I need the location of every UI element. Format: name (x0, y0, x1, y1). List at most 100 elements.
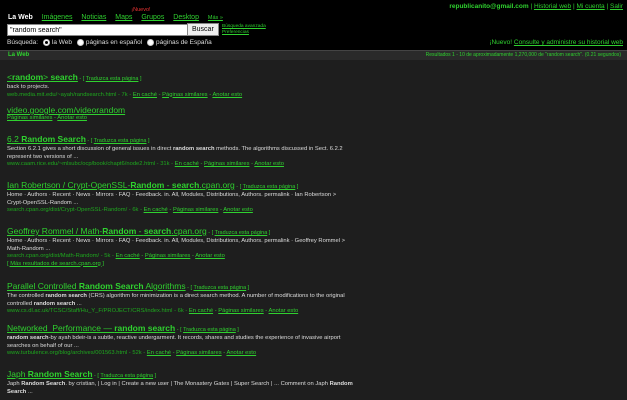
account-link[interactable]: Mi cuenta (576, 3, 604, 10)
note-this-link[interactable]: Anotar esto (57, 115, 87, 121)
advanced-links: Búsqueda avanzada Preferencias (222, 24, 266, 36)
result-url: www.cs.dl.ac.uk/TCSC/Staff/Hu_Y_F/PROJEC… (7, 308, 189, 314)
scope-web-radio[interactable] (42, 39, 50, 46)
text-run: back to projects. (7, 84, 50, 90)
highlight: search (50, 72, 78, 82)
tab-web[interactable]: La Web (8, 14, 33, 21)
translate-link[interactable]: Traduzca esta página (100, 373, 153, 379)
search-result: Networked_Performance — random search - … (7, 323, 417, 358)
bracket: - [ (85, 138, 94, 144)
bracket: ] (146, 138, 150, 144)
search-button[interactable]: Buscar (187, 23, 219, 36)
text-run: .cpan.org (199, 180, 235, 190)
result-url: web.media.mit.edu/~ayah/randsearch.html … (7, 91, 133, 98)
result-title-link[interactable]: <random> search (7, 72, 78, 82)
result-title-link[interactable]: Networked_Performance — random search (7, 323, 175, 333)
result-title-link[interactable]: video.google.com/videorandom (7, 105, 125, 115)
result-meta: search.cpan.org/dist/Crypt-OpenSSL-Rando… (7, 207, 417, 215)
text-run: methods. The algorithms discussed in Sec… (214, 146, 343, 152)
note-this-link[interactable]: Anotar esto (226, 350, 256, 356)
text-run: Home · Authors · Recent · News · Mirrors… (7, 238, 345, 244)
bracket: ] (267, 230, 271, 236)
note-this-link[interactable]: Anotar esto (269, 308, 299, 314)
search-scope: Búsqueda: la Web páginas en español pági… (7, 39, 212, 46)
cache-link[interactable]: En caché (147, 350, 171, 356)
similar-pages-link[interactable]: Páginas similares (218, 308, 263, 314)
promo-link[interactable]: Consulte y administre su historial web (514, 39, 623, 46)
scope-spanish-radio[interactable] (76, 39, 84, 46)
result-title-link[interactable]: Japh Random Search (7, 369, 93, 379)
result-url: search.cpan.org/dist/Math-Random/ - 5k - (7, 253, 116, 259)
result-title-link[interactable]: Parallel Controlled Random Search Algori… (7, 281, 186, 291)
search-result: video.google.com/videorandom Páginas simi… (7, 105, 417, 123)
translate-link[interactable]: Traduzca esta página (243, 184, 296, 190)
tab-more[interactable]: Más » (208, 15, 223, 21)
header: La Web Imágenes Noticias Maps ¡Nuevo! Gru… (0, 0, 627, 38)
text-run: .cpan.org (171, 226, 207, 236)
text-run: Networked_Performance — (7, 323, 115, 333)
bracket: ] (295, 184, 299, 190)
result-snippet: Search ... (7, 389, 417, 397)
note-this-link[interactable]: Anotar esto (212, 92, 242, 98)
user-links: republicanito@gmail.com | Historial web … (449, 3, 623, 10)
result-title-line: video.google.com/videorandom (7, 105, 417, 115)
text-run: (CRS) algorithm for minimization is a di… (86, 293, 345, 299)
page: { "nav": { "tabs": [ {"label": "La Web",… (0, 0, 627, 400)
cache-link[interactable]: En caché (175, 161, 199, 167)
similar-pages-link[interactable]: Páginas similares (204, 161, 249, 167)
result-meta: Páginas similares - Anotar esto (7, 115, 417, 123)
tab-groups[interactable]: Grupos (141, 14, 164, 21)
highlight: Random Search (21, 381, 66, 387)
bracket: - [ (234, 184, 243, 190)
tab-desktop[interactable]: Desktop (173, 14, 199, 21)
cache-link[interactable]: En caché (144, 207, 168, 213)
signout-link[interactable]: Salir (610, 3, 623, 10)
text-run: Algorithms (143, 281, 186, 291)
result-title-link[interactable]: 6.2 Random Search (7, 134, 86, 144)
history-link[interactable]: Historial web (534, 3, 571, 10)
result-snippet: Math-Random ... (7, 246, 417, 254)
translate-link[interactable]: Traduzca esta página (86, 76, 139, 82)
search-result: Ian Robertson / Crypt-OpenSSL-Random - s… (7, 180, 417, 215)
translate-link[interactable]: Traduzca esta página (183, 327, 236, 333)
translate-link[interactable]: Traduzca esta página (193, 285, 246, 291)
tab-maps[interactable]: Maps ¡Nuevo! (115, 7, 150, 21)
search-result: Geoffrey Rommel / Math-Random - search.c… (7, 226, 417, 268)
cache-link[interactable]: En caché (116, 253, 140, 259)
bracket: - [ (175, 327, 184, 333)
result-snippet: represent two versions of ... (7, 154, 417, 162)
highlight: Random (329, 381, 353, 387)
highlight: random search (114, 323, 176, 333)
note-this-link[interactable]: Anotar esto (223, 207, 253, 213)
result-snippet: back to projects. (7, 84, 417, 92)
similar-pages-link[interactable]: Páginas similares (176, 350, 221, 356)
preferences-link[interactable]: Preferencias (222, 30, 266, 36)
note-this-link[interactable]: Anotar esto (195, 253, 225, 259)
user-email: republicanito@gmail.com (449, 3, 529, 10)
translate-link[interactable]: Traduzca esta página (94, 138, 147, 144)
results-list: <random> search - [ Traduzca esta página… (0, 60, 627, 400)
cache-link[interactable]: En caché (189, 308, 213, 314)
text-run: ... (26, 388, 33, 395)
bracket: ] (138, 76, 142, 82)
translate-link[interactable]: Traduzca esta página (215, 230, 268, 236)
scope-spain-radio[interactable] (147, 39, 155, 46)
note-this-link[interactable]: Anotar esto (254, 161, 284, 167)
search-input[interactable] (7, 24, 191, 36)
tab-news[interactable]: Noticias (81, 14, 106, 21)
highlight: search (143, 226, 172, 236)
similar-pages-link[interactable]: Páginas similares (7, 115, 52, 121)
more-results-link[interactable]: [ Más resultados de search.cpan.org ] (7, 261, 417, 269)
similar-pages-link[interactable]: Páginas similares (145, 253, 190, 259)
cache-link[interactable]: En caché (133, 92, 157, 98)
result-title-link[interactable]: Geoffrey Rommel / Math-Random - search.c… (7, 226, 207, 236)
similar-pages-link[interactable]: Páginas similares (173, 207, 218, 213)
bracket: ] (153, 373, 157, 379)
tab-images[interactable]: Imágenes (42, 14, 73, 21)
similar-pages-link[interactable]: Páginas similares (162, 92, 207, 98)
result-title-link[interactable]: Ian Robertson / Crypt-OpenSSL-Random - s… (7, 180, 235, 190)
result-meta: search.cpan.org/dist/Math-Random/ - 5k -… (7, 253, 417, 261)
search-result: Parallel Controlled Random Search Algori… (7, 281, 417, 316)
highlight: random search (172, 146, 215, 152)
result-meta: www.caam.rice.edu/~mlsubc/ocp/book/chapt… (7, 161, 417, 169)
